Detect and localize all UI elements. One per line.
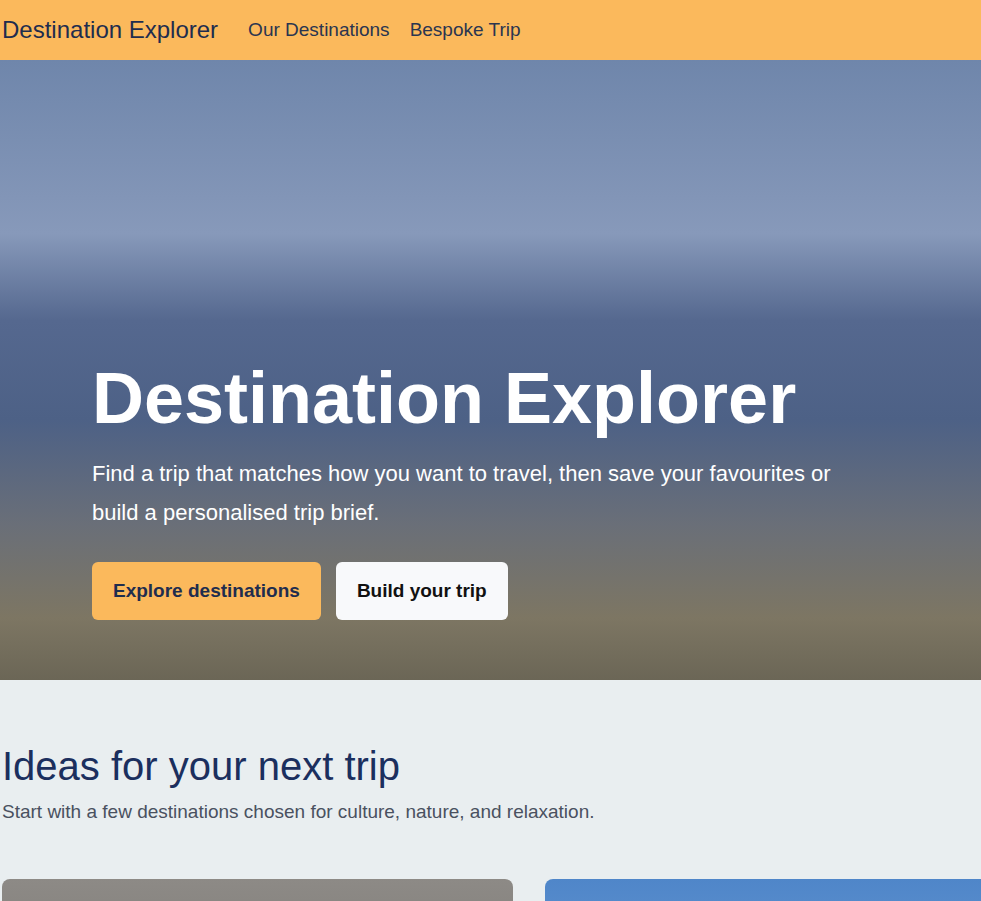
nav-links: Our Destinations Bespoke Trip [248, 16, 520, 45]
ideas-section: Ideas for your next trip Start with a few… [0, 680, 981, 901]
destination-card[interactable] [545, 879, 981, 901]
nav-link[interactable]: Our Destinations [248, 16, 390, 45]
hero-title: Destination Explorer [92, 357, 981, 440]
destination-card[interactable] [2, 879, 513, 901]
card-grid [2, 879, 981, 901]
nav-link[interactable]: Bespoke Trip [410, 16, 521, 45]
hero: Destination Explorer Find a trip that mat… [0, 60, 981, 680]
section-title: Ideas for your next trip [2, 742, 981, 790]
build-trip-button[interactable]: Build your trip [336, 562, 508, 620]
section-subtitle: Start with a few destinations chosen for… [2, 798, 981, 827]
brand-link[interactable]: Destination Explorer [2, 12, 218, 48]
hero-subtitle: Find a trip that matches how you want to… [92, 454, 832, 532]
top-nav: Destination Explorer Our Destinations Besp… [0, 0, 981, 60]
hero-actions: Explore destinations Build your trip [92, 562, 981, 620]
page: Destination Explorer Our Destinations Besp… [0, 0, 981, 901]
explore-button[interactable]: Explore destinations [92, 562, 321, 620]
